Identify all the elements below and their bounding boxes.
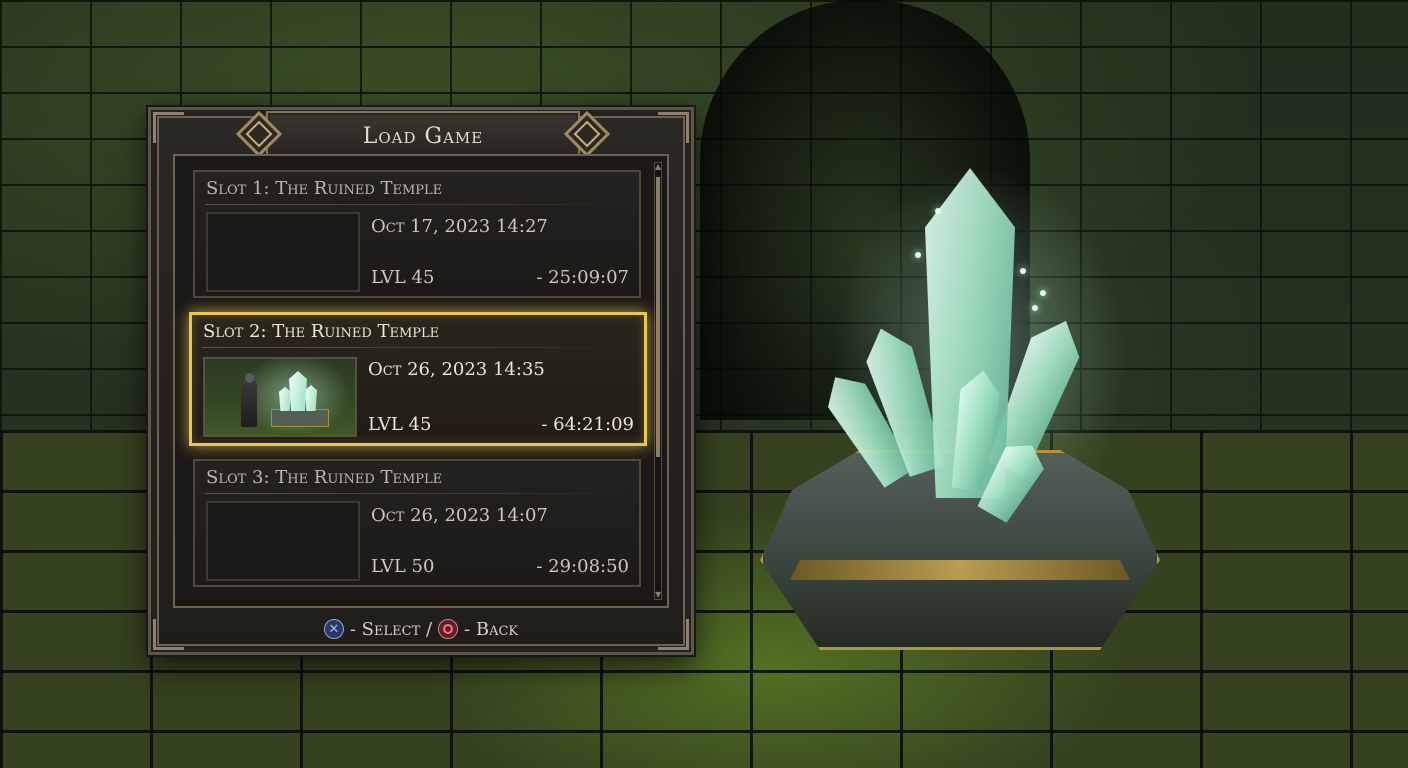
select-hint-label[interactable]: - Select / <box>350 619 432 640</box>
slot-date: Oct 26, 2023 14:35 <box>368 359 545 380</box>
divider <box>202 347 634 348</box>
slot-level: LVL 45 <box>371 267 435 288</box>
page-title: Load Game <box>362 123 484 149</box>
save-slot-3[interactable]: Slot 3: The Ruined Temple Oct 26, 2023 1… <box>193 459 641 587</box>
scroll-up-icon[interactable]: ▲ <box>655 163 661 171</box>
crystal-spark <box>935 208 941 214</box>
cross-button-icon[interactable]: ✕ <box>323 619 344 639</box>
circle-button-icon[interactable] <box>438 619 459 639</box>
slot-date: Oct 17, 2023 14:27 <box>371 216 548 237</box>
save-slot-1[interactable]: Slot 1: The Ruined Temple Oct 17, 2023 1… <box>193 170 641 298</box>
celtic-knot-icon <box>236 111 282 157</box>
back-hint-label[interactable]: - Back <box>464 619 518 640</box>
slot-thumbnail-empty <box>206 212 360 292</box>
save-slot-2[interactable]: Slot 2: The Ruined Temple Oct 26, 2023 1… <box>189 312 647 446</box>
slot-level: LVL 50 <box>371 556 435 577</box>
thumbnail-character-head <box>245 373 254 383</box>
slot-level: LVL 45 <box>368 414 432 435</box>
slot-name: Slot 1: The Ruined Temple <box>206 178 443 199</box>
slot-playtime: - 25:09:07 <box>536 267 629 288</box>
thumbnail-crystal <box>279 387 291 411</box>
slot-playtime: - 64:21:09 <box>541 414 634 435</box>
thumbnail-crystal <box>305 385 317 411</box>
scrollbar-thumb[interactable] <box>656 177 660 457</box>
slot-date: Oct 26, 2023 14:07 <box>371 505 548 526</box>
thumbnail-character <box>241 379 257 427</box>
pedestal-gold-trim <box>790 560 1130 580</box>
panel-corner-ornament <box>658 112 689 143</box>
divider <box>205 493 629 494</box>
thumbnail-crystal <box>289 371 307 411</box>
scrollbar[interactable]: ▲ ▼ <box>654 162 662 600</box>
scroll-down-icon[interactable]: ▼ <box>655 591 661 599</box>
control-hints: ✕ - Select / - Back <box>151 614 691 644</box>
celtic-knot-icon <box>564 111 610 157</box>
crystal-spark <box>1032 305 1038 311</box>
slot-playtime: - 29:08:50 <box>536 556 629 577</box>
crystal-spark <box>1040 290 1046 296</box>
crystal-spark <box>915 252 921 258</box>
slot-name: Slot 2: The Ruined Temple <box>203 321 440 342</box>
panel-corner-ornament <box>153 112 184 143</box>
slot-name: Slot 3: The Ruined Temple <box>206 467 443 488</box>
crystal-spark <box>1020 268 1026 274</box>
thumbnail-pedestal <box>271 409 329 427</box>
slot-thumbnail <box>203 357 357 437</box>
load-game-panel: Load Game ▲ ▼ Slot 1: The Ruined Temple … <box>148 107 694 655</box>
divider <box>205 204 629 205</box>
slot-thumbnail-empty <box>206 501 360 581</box>
